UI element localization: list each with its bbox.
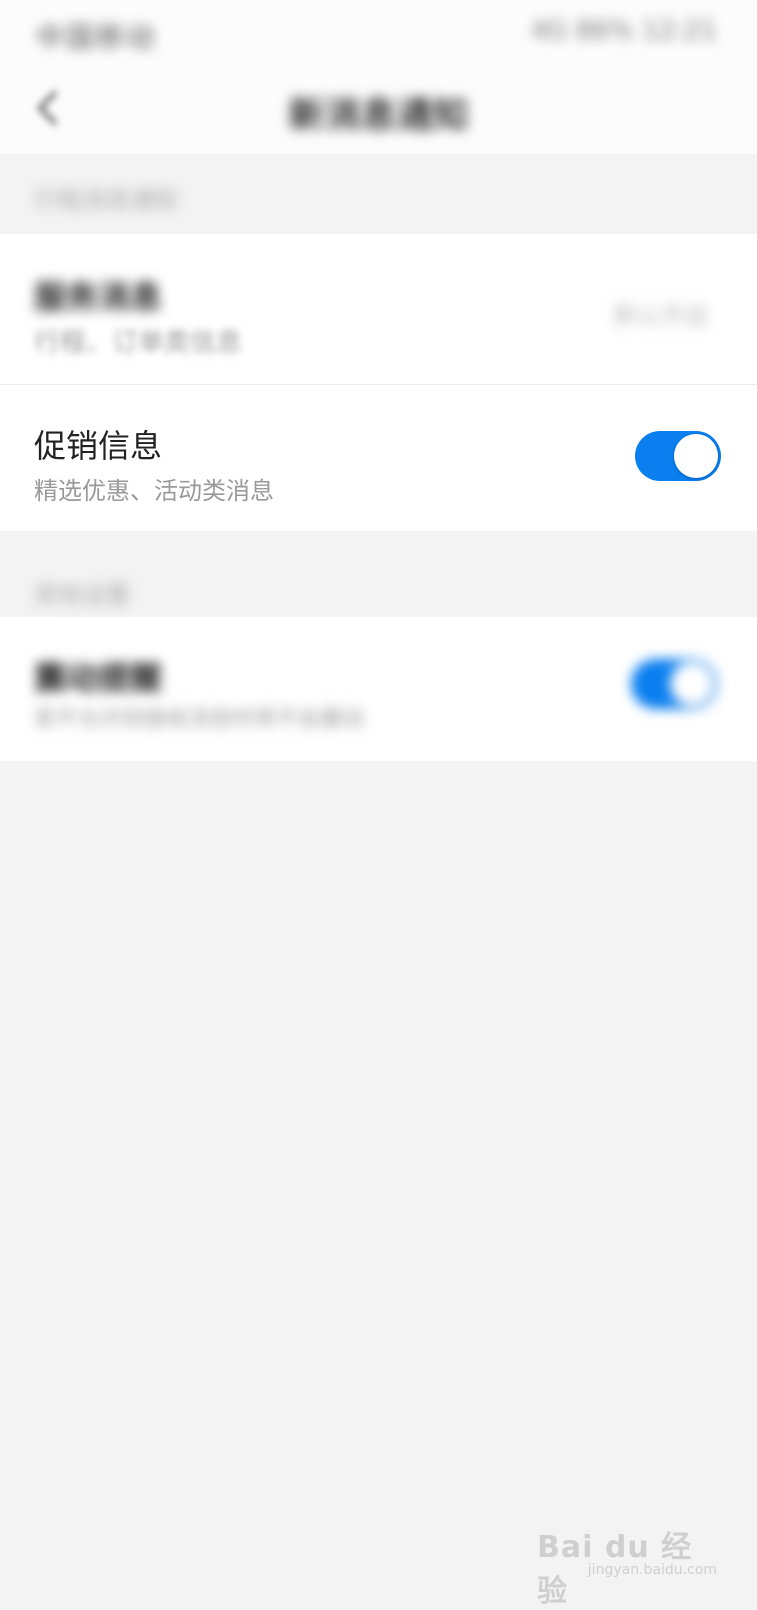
settings-row-service[interactable]: 服务消息 行程、订单类信息 默认开启 [0, 234, 757, 384]
status-bar: 中国移动 4G 86% 12:21 [0, 0, 757, 62]
row-title: 服务消息 [34, 278, 163, 316]
row-title: 促销信息 [34, 427, 163, 465]
nav-bar: 新消息通知 [0, 62, 757, 154]
row-subtitle: 行程、订单类信息 [34, 328, 243, 358]
settings-row-promotions: 促销信息 精选优惠、活动类消息 [0, 385, 757, 531]
row-subtitle: 若不允许则接收消息时将不会震动 [34, 707, 365, 732]
section-header-label: 其他设置 [34, 581, 130, 609]
baidu-watermark: Bai du 经验 jingyan.baidu.com [537, 1522, 717, 1609]
section-header-label: 行程消息通知 [34, 186, 178, 214]
vibration-toggle[interactable] [631, 659, 717, 709]
section-header-trip: 行程消息通知 [0, 154, 757, 234]
row-subtitle: 精选优惠、活动类消息 [34, 477, 274, 505]
toggle-knob [670, 662, 714, 706]
toggle-knob [674, 434, 718, 478]
promotions-toggle[interactable] [635, 431, 721, 481]
status-indicators: 4G 86% 12:21 [531, 16, 717, 46]
section-header-other: 其他设置 [0, 531, 757, 617]
page-title: 新消息通知 [288, 95, 469, 136]
carrier-label: 中国移动 [36, 21, 157, 54]
settings-row-vibration: 震动提醒 若不允许则接收消息时将不会震动 [0, 617, 757, 761]
row-value: 默认开启 [613, 302, 709, 330]
watermark-url: jingyan.baidu.com [587, 1562, 717, 1578]
row-title: 震动提醒 [34, 659, 163, 697]
